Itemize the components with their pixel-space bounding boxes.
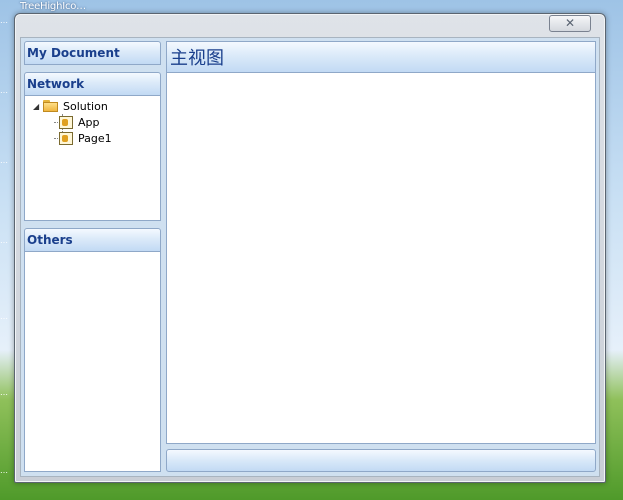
page-title: 主视图 <box>170 48 224 69</box>
background-edge-mark: … <box>0 312 8 321</box>
tree-node-label: Page1 <box>78 131 112 145</box>
client-area: My Document Network ◢ Solution App Page1… <box>20 37 600 477</box>
section-header-network[interactable]: Network <box>24 72 161 96</box>
section-label: My Document <box>27 46 120 60</box>
tree-node-solution[interactable]: ◢ Solution <box>33 98 112 114</box>
solution-tree: ◢ Solution App Page1 <box>33 98 112 146</box>
background-edge-mark: … <box>0 236 8 245</box>
tree-node-app[interactable]: App <box>33 114 112 130</box>
background-edge-mark: … <box>0 466 8 475</box>
background-caption: TreeHighIco… <box>20 1 86 12</box>
page-file-icon <box>59 131 73 145</box>
section-header-others[interactable]: Others <box>24 228 161 252</box>
background-edge-mark: … <box>0 156 8 165</box>
background-edge-mark: … <box>0 388 8 397</box>
main-view-panel: 主视图 <box>166 41 596 444</box>
page-file-icon <box>59 115 73 129</box>
app-window: ✕ My Document Network ◢ Solution App Pag… <box>14 13 606 483</box>
status-bar <box>166 449 596 472</box>
tree-node-label: Solution <box>63 99 108 113</box>
sidebar: My Document Network ◢ Solution App Page1… <box>24 41 161 472</box>
network-panel: ◢ Solution App Page1 <box>24 96 161 221</box>
main-view-header: 主视图 <box>167 42 595 73</box>
others-panel <box>24 252 161 472</box>
background-edge-mark: … <box>0 86 8 95</box>
section-label: Others <box>27 233 73 247</box>
close-icon: ✕ <box>564 16 576 30</box>
tree-node-label: App <box>78 115 100 129</box>
expand-arrow-icon[interactable]: ◢ <box>33 102 43 111</box>
section-label: Network <box>27 77 85 91</box>
section-header-my-document[interactable]: My Document <box>24 41 161 65</box>
tree-node-page1[interactable]: Page1 <box>33 130 112 146</box>
open-folder-icon <box>43 100 59 112</box>
close-button[interactable]: ✕ <box>549 15 591 32</box>
background-edge-mark: … <box>0 16 8 25</box>
